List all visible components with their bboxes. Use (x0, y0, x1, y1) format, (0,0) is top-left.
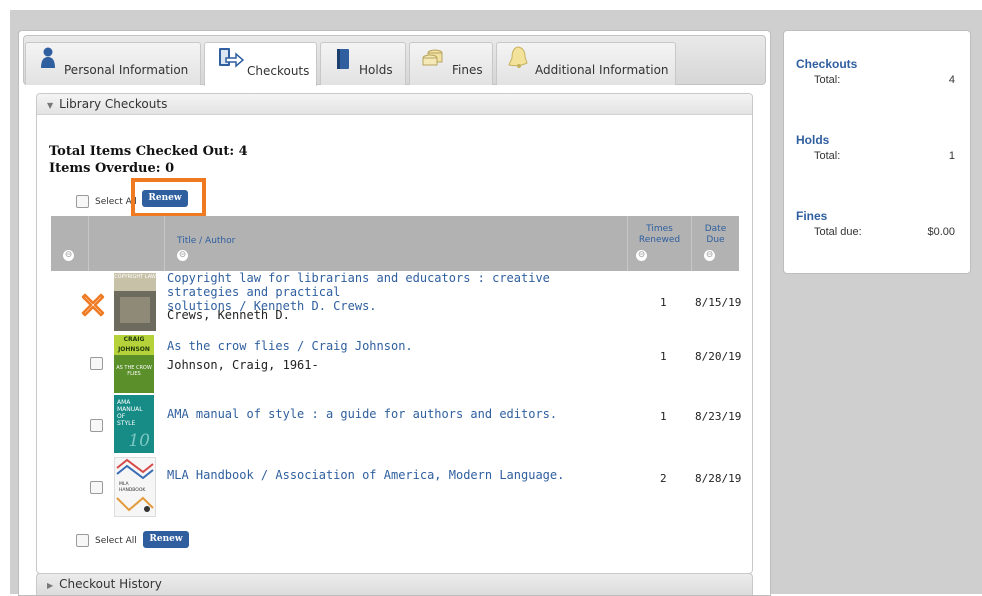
cover-title: MLA HANDBOOK (119, 482, 146, 493)
date-due: 8/23/19 (695, 410, 742, 423)
tab-additional-information[interactable]: Additional Information (496, 42, 676, 85)
title-link[interactable]: AMA manual of style : a guide for author… (167, 407, 617, 421)
book-cover: COPYRIGHT LAW (114, 273, 156, 331)
coins-icon (422, 49, 443, 66)
book-icon (337, 49, 349, 69)
header-times-renewed[interactable]: Times Renewed ⊖ (628, 216, 692, 271)
header-cover-column (89, 216, 165, 271)
fines-total-label: Total due: (814, 226, 862, 238)
holds-total-label: Total: (814, 150, 841, 162)
tab-holds[interactable]: Holds (320, 42, 406, 85)
select-all-top[interactable]: Select All (76, 195, 137, 208)
header-title-label: Title / Author (177, 236, 236, 246)
table-row: CRAIG JOHNSON AS THE CROW FLIES As the c… (51, 333, 742, 395)
date-due: 8/15/19 (695, 296, 742, 309)
checkout-arrow-icon (219, 48, 244, 68)
checkout-summary: Total Items Checked Out: 4 Items Overdue… (49, 143, 248, 177)
header-title-author[interactable]: Title / Author ⊖ (165, 216, 628, 271)
times-renewed: 1 (660, 296, 667, 309)
times-renewed: 1 (660, 350, 667, 363)
header-due-label: Due (706, 235, 725, 245)
renew-button-bottom[interactable]: Renew (143, 531, 189, 548)
tab-personal-information[interactable]: Personal Information (25, 42, 201, 85)
row-checkbox[interactable] (90, 481, 103, 494)
header-date-due[interactable]: Date Due ⊖ (692, 216, 739, 271)
select-all-bottom[interactable]: Select All (76, 534, 137, 547)
items-overdue: Items Overdue: 0 (49, 161, 175, 176)
checkouts-heading[interactable]: Checkouts (796, 57, 857, 71)
book-cover: MLA HANDBOOK (114, 457, 156, 517)
tab-label: Personal Information (64, 63, 189, 77)
tab-bar: Personal Information Checkouts Holds Fin… (23, 35, 766, 86)
account-summary-sidebar: Checkouts Total: 4 Holds Total: 1 Fines … (783, 30, 971, 274)
header-renewed-label: Renewed (638, 235, 681, 245)
select-all-checkbox[interactable] (76, 534, 89, 547)
title-link[interactable]: MLA Handbook / Association of America, M… (167, 468, 617, 482)
section-header[interactable]: ▼ Library Checkouts (37, 94, 752, 115)
renew-button-top[interactable]: Renew (142, 190, 188, 207)
fines-total-value: $0.00 (927, 226, 955, 238)
tab-label: Checkouts (247, 64, 310, 78)
header-select-column[interactable]: ⊖ (51, 216, 89, 271)
cover-title: CRAIG JOHNSON (114, 335, 154, 355)
checkouts-total-label: Total: (814, 74, 841, 86)
select-all-label: Select All (95, 535, 137, 546)
book-cover: CRAIG JOHNSON AS THE CROW FLIES (114, 335, 154, 393)
header-times-label: Times (646, 224, 673, 234)
row-checkbox[interactable] (90, 357, 103, 370)
sort-icon[interactable]: ⊖ (177, 250, 188, 261)
checkouts-total-value: 4 (948, 74, 955, 86)
section-title: Checkout History (59, 577, 162, 591)
total-checked-out: Total Items Checked Out: 4 (49, 144, 248, 159)
table-row: AMA MANUAL OF STYLE 10 AMA manual of sty… (51, 395, 742, 457)
holds-total-value: 1 (948, 150, 955, 162)
author: Crews, Kenneth D. (167, 308, 290, 322)
book-cover: AMA MANUAL OF STYLE 10 (114, 395, 154, 453)
not-renewable-icon (81, 293, 105, 317)
fines-heading[interactable]: Fines (796, 209, 827, 223)
cover-title: AMA MANUAL OF STYLE (117, 399, 143, 427)
table-header: ⊖ Title / Author ⊖ Times Renewed ⊖ Date … (51, 216, 739, 271)
title-link[interactable]: As the crow flies / Craig Johnson. (167, 339, 617, 353)
header-date-label: Date (704, 224, 727, 234)
times-renewed: 2 (660, 472, 667, 485)
bell-icon (508, 46, 528, 68)
row-checkbox[interactable] (90, 419, 103, 432)
sort-icon[interactable]: ⊖ (63, 250, 74, 261)
collapse-arrow-icon: ▼ (47, 101, 54, 110)
sort-icon[interactable]: ⊖ (636, 250, 647, 261)
date-due: 8/28/19 (695, 472, 742, 485)
select-all-checkbox[interactable] (76, 195, 89, 208)
tab-fines[interactable]: Fines (409, 42, 493, 85)
tab-label: Fines (452, 63, 483, 77)
section-title: Library Checkouts (59, 97, 168, 111)
expand-arrow-icon: ▶ (47, 581, 54, 590)
table-row: COPYRIGHT LAW Copyright law for libraria… (51, 271, 742, 333)
checkout-history-section[interactable]: ▶ Checkout History (36, 573, 753, 595)
tab-label: Holds (359, 63, 393, 77)
sort-icon[interactable]: ⊖ (704, 250, 715, 261)
tab-checkouts[interactable]: Checkouts (204, 42, 317, 86)
times-renewed: 1 (660, 410, 667, 423)
account-panel: Personal Information Checkouts Holds Fin… (18, 30, 771, 596)
library-checkouts-section: ▼ Library Checkouts Total Items Checked O… (36, 93, 753, 574)
cover-edition: 10 (128, 431, 150, 451)
cover-title: COPYRIGHT LAW (114, 273, 156, 291)
author: Johnson, Craig, 1961- (167, 358, 319, 372)
tab-label: Additional Information (535, 63, 669, 77)
title-link[interactable]: Copyright law for librarians and educato… (167, 271, 617, 313)
date-due: 8/20/19 (695, 350, 742, 363)
person-icon (41, 47, 55, 68)
cover-subtitle: AS THE CROW FLIES (116, 365, 152, 377)
table-row: MLA HANDBOOK MLA Handbook / Association … (51, 457, 742, 519)
holds-heading[interactable]: Holds (796, 133, 829, 147)
